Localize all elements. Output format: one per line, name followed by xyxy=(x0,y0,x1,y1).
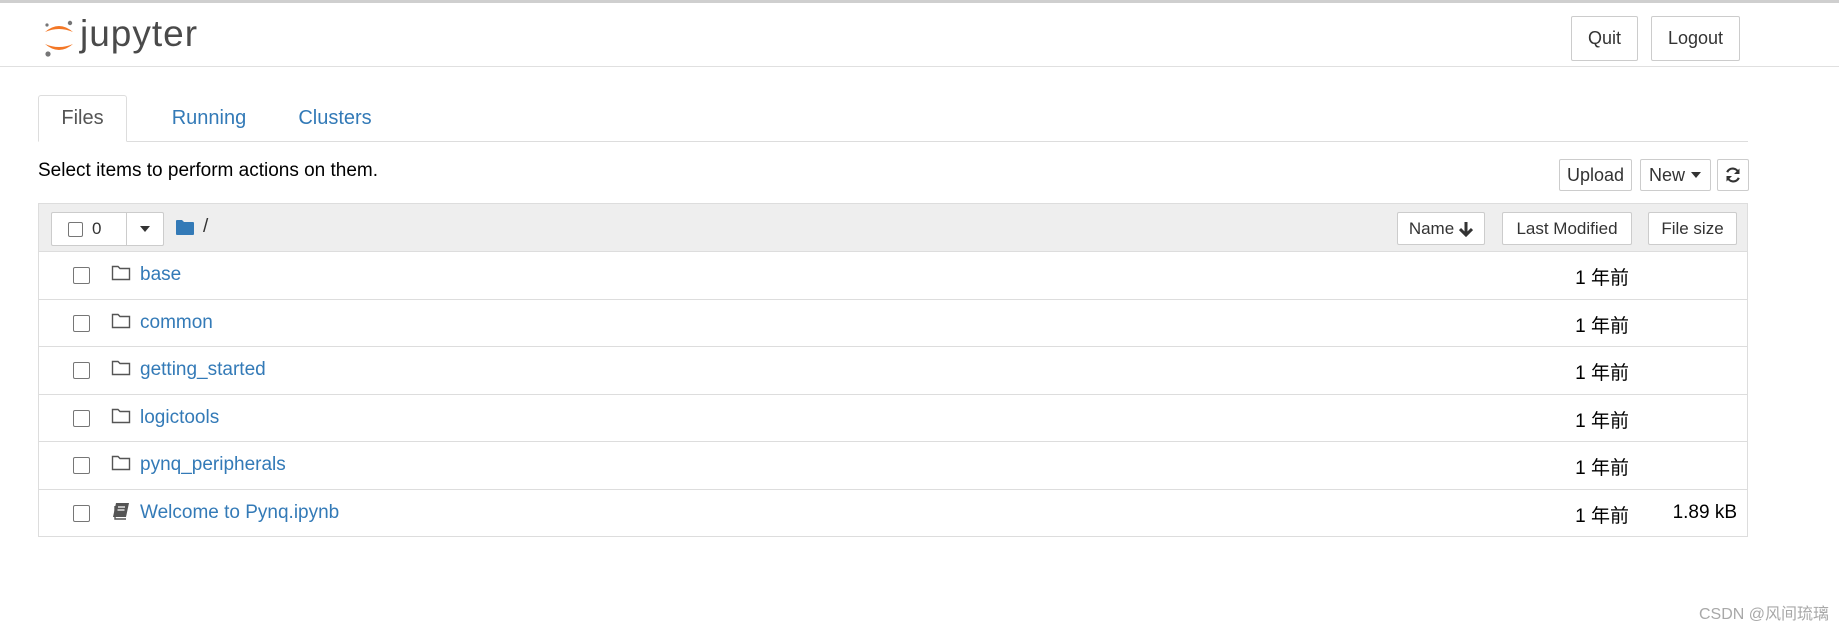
item-name-link[interactable]: pynq_peripherals xyxy=(140,454,286,476)
item-checkbox[interactable] xyxy=(73,362,90,380)
item-checkbox[interactable] xyxy=(73,267,90,284)
quit-button[interactable]: Quit xyxy=(1571,16,1638,61)
tab-clusters[interactable]: Clusters xyxy=(272,95,398,141)
tab-running[interactable]: Running xyxy=(146,95,272,141)
list-item[interactable]: common 1 年前 xyxy=(39,300,1747,348)
item-modified: 1 年前 xyxy=(1575,268,1629,289)
folder-outline-icon xyxy=(111,408,131,423)
file-list-header: 0 / Name Last Modified File size xyxy=(39,204,1747,252)
item-modified: 1 年前 xyxy=(1575,315,1629,337)
select-dropdown-button[interactable] xyxy=(127,213,163,245)
folder-outline-icon xyxy=(111,313,131,328)
item-size: 1.89 kB xyxy=(1672,501,1737,523)
list-item[interactable]: logictools 1 年前 xyxy=(39,395,1747,443)
refresh-icon xyxy=(1726,167,1740,183)
item-name-link[interactable]: logictools xyxy=(140,407,219,429)
selection-hint: Select items to perform actions on them. xyxy=(38,160,379,181)
sort-name-label: Name xyxy=(1408,218,1455,238)
new-button-label: New xyxy=(1648,164,1685,185)
item-name-link[interactable]: common xyxy=(140,312,213,334)
select-all-control[interactable]: 0 xyxy=(52,213,127,245)
breadcrumb-path[interactable]: / xyxy=(203,216,208,238)
list-item[interactable]: Welcome to Pynq.ipynb 1 年前 1.89 kB xyxy=(39,490,1747,538)
header: jupyter Quit Logout xyxy=(0,0,1839,67)
notebook-icon xyxy=(113,502,129,520)
jupyter-logo[interactable]: jupyter xyxy=(42,13,199,62)
arrow-down-icon xyxy=(1459,221,1474,237)
breadcrumb: / xyxy=(175,216,208,238)
item-name-link[interactable]: getting_started xyxy=(140,359,266,381)
watermark: CSDN @风间琉璃 xyxy=(1698,606,1829,623)
logout-button[interactable]: Logout xyxy=(1651,16,1740,61)
item-name-link[interactable]: Welcome to Pynq.ipynb xyxy=(140,502,339,524)
folder-outline-icon xyxy=(111,456,131,471)
sort-by-size-button[interactable]: File size xyxy=(1648,212,1737,245)
item-modified: 1 年前 xyxy=(1575,458,1629,480)
upload-button[interactable]: Upload xyxy=(1559,159,1632,191)
list-item[interactable]: pynq_peripherals 1 年前 xyxy=(39,442,1747,490)
item-checkbox[interactable] xyxy=(73,457,90,475)
tab-bar: Files Running Clusters xyxy=(38,95,1748,142)
logo-text: jupyter xyxy=(80,13,199,54)
item-modified: 1 年前 xyxy=(1575,410,1629,432)
refresh-button[interactable] xyxy=(1717,159,1749,191)
new-dropdown-button[interactable]: New xyxy=(1640,159,1711,191)
folder-outline-icon xyxy=(111,265,131,281)
caret-down-icon xyxy=(140,226,150,232)
item-checkbox[interactable] xyxy=(73,314,90,332)
sort-by-modified-button[interactable]: Last Modified xyxy=(1502,212,1632,245)
select-all-group: 0 xyxy=(51,212,164,246)
caret-down-icon xyxy=(1691,172,1701,178)
folder-outline-icon xyxy=(111,360,131,376)
item-name-link[interactable]: base xyxy=(140,264,181,286)
item-modified: 1 年前 xyxy=(1575,363,1629,385)
sort-by-name-button[interactable]: Name xyxy=(1397,212,1485,245)
list-item[interactable]: getting_started 1 年前 xyxy=(39,347,1747,395)
item-modified: 1 年前 xyxy=(1575,505,1629,527)
select-all-checkbox[interactable] xyxy=(68,221,83,237)
file-list: 0 / Name Last Modified File size base 1 … xyxy=(38,203,1748,537)
selected-count: 0 xyxy=(92,219,102,238)
item-checkbox[interactable] xyxy=(73,504,90,522)
list-item[interactable]: base 1 年前 xyxy=(39,252,1747,300)
item-checkbox[interactable] xyxy=(73,409,90,427)
jupyter-logo-icon xyxy=(45,20,73,57)
folder-icon[interactable] xyxy=(175,219,195,236)
tab-files[interactable]: Files xyxy=(38,95,127,142)
